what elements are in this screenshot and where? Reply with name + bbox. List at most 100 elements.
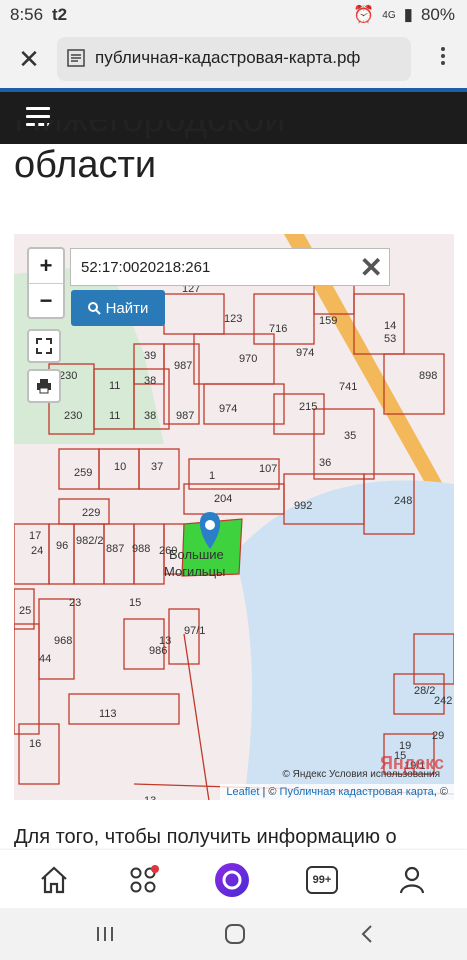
attrib-sep: | © [259, 786, 280, 798]
status-bar: 8:56 t2 ⏰ 4G ▮ 80% [0, 0, 467, 30]
article-text: Для того, чтобы получить информацию о [14, 826, 397, 848]
close-icon[interactable]: ✕ [14, 44, 44, 74]
plot-number: 28/2 [414, 685, 435, 697]
plot-number: 23 [69, 597, 81, 609]
plot-number: 37 [151, 461, 163, 473]
search-value[interactable]: 52:17:0020218:261 [81, 259, 210, 276]
plot-number: 97/1 [184, 625, 205, 637]
map-attribution: Leaflet | © Публичная кадастровая карта,… [220, 784, 454, 800]
plot-number: 38 [144, 375, 156, 387]
plot-number: 159 [319, 315, 337, 327]
yandex-copyright[interactable]: © Яндекс Условия использования [282, 769, 440, 780]
alice-assistant-icon[interactable] [214, 862, 250, 898]
plot-number: 988 [132, 543, 150, 555]
tabs-badge[interactable]: 99+ [306, 866, 338, 894]
plot-number: 17 [29, 530, 41, 542]
plot-number: 53 [384, 333, 396, 345]
search-icon [87, 301, 101, 315]
print-button[interactable] [27, 369, 61, 403]
plot-number: 982/2 [76, 535, 104, 547]
plot-number: 39 [144, 350, 156, 362]
cadastral-map[interactable]: 127 123 716 159 14 53 970 974 898 39 230 11 38 987 974… [14, 234, 454, 800]
plot-number: 107 [259, 463, 277, 475]
plot-number: 123 [224, 313, 242, 325]
find-button[interactable]: Найти [71, 290, 165, 326]
plot-number: 10 [114, 461, 126, 473]
plot-number: 14 [384, 320, 396, 332]
printer-icon [37, 379, 51, 394]
leaflet-link[interactable]: Leaflet [226, 786, 259, 798]
recents-icon[interactable] [90, 920, 120, 948]
plot-number: 13 [144, 795, 156, 800]
browser-toolbar: ✕ публичная-кадастровая-карта.рф [0, 30, 467, 88]
plot-number: 992 [294, 500, 312, 512]
plot-number: 968 [54, 635, 72, 647]
clear-search-icon[interactable]: ✕ [360, 251, 383, 284]
parcel-name-line2: Могильцы [164, 564, 225, 579]
home-button-icon[interactable] [220, 920, 250, 948]
home-icon[interactable] [36, 862, 72, 898]
page-info-icon[interactable] [67, 49, 85, 67]
zoom-out-button[interactable]: − [29, 284, 63, 318]
find-button-label: Найти [105, 299, 149, 317]
plot-number: 974 [296, 347, 314, 359]
zoom-in-button[interactable]: + [29, 249, 63, 284]
plot-number: 974 [219, 403, 237, 415]
tabs-counter-icon[interactable]: 99+ [304, 862, 340, 898]
profile-icon[interactable] [394, 862, 430, 898]
fullscreen-icon [36, 338, 52, 354]
plot-number: 25 [19, 605, 31, 617]
plot-number: 36 [319, 457, 331, 469]
alarm-icon: ⏰ [353, 5, 375, 24]
plot-number: 204 [214, 493, 232, 505]
cadastral-search-input[interactable]: 52:17:0020218:261 ✕ [70, 248, 390, 286]
plot-number: 11 [109, 410, 120, 422]
plot-number: 16 [29, 738, 41, 750]
plot-number: 230 [59, 370, 77, 382]
page-title-line2: области [14, 144, 157, 186]
plot-number: 215 [299, 401, 317, 413]
zoom-control: + − [27, 247, 65, 319]
attrib-end: , © [433, 786, 448, 798]
address-bar[interactable]: публичная-кадастровая-карта.рф [57, 37, 411, 81]
bottom-navigation: 99+ [0, 850, 467, 908]
plot-number: 15 [129, 597, 141, 609]
plot-number: 248 [394, 495, 412, 507]
plot-number: 96 [56, 540, 68, 552]
plot-number: 44 [39, 653, 51, 665]
url-text[interactable]: публичная-кадастровая-карта.рф [95, 48, 360, 68]
battery-label: 80% [420, 5, 455, 24]
fullscreen-button[interactable] [27, 329, 61, 363]
plot-number: 986 [149, 645, 167, 657]
back-icon[interactable] [352, 920, 382, 948]
plot-number: 113 [99, 708, 117, 720]
plot-number: 38 [144, 410, 156, 422]
parcel-name-line1: Большие [169, 547, 224, 562]
page-title: Нижегородской области [14, 120, 285, 188]
carrier-label: t2 [52, 5, 68, 24]
plot-number: 898 [419, 370, 437, 382]
plot-number: 741 [339, 381, 357, 393]
plot-number: 987 [176, 410, 194, 422]
signal-icon: ▮ [403, 5, 413, 24]
plot-number: 887 [106, 543, 124, 555]
network-icon: 4G [382, 9, 396, 21]
plot-number: 970 [239, 353, 257, 365]
plot-number: 259 [74, 467, 92, 479]
more-menu-icon[interactable] [433, 44, 453, 74]
pond [255, 574, 279, 602]
plot-number: 716 [269, 323, 287, 335]
system-navigation [0, 908, 467, 960]
plot-number: 229 [82, 507, 100, 519]
plot-number: 987 [174, 360, 192, 372]
plot-number: 29 [432, 730, 444, 742]
status-icons: ⏰ 4G ▮ 80% [353, 5, 455, 25]
services-grid-icon[interactable] [126, 862, 162, 898]
plot-number: 24 [31, 545, 43, 557]
plot-number: 11 [109, 380, 120, 392]
plot-number: 35 [344, 430, 356, 442]
status-time: 8:56 [10, 5, 44, 24]
plot-number: 1 [209, 470, 215, 482]
pkk-link[interactable]: Публичная кадастровая карта [280, 786, 434, 798]
plot-number: 242 [434, 695, 452, 707]
